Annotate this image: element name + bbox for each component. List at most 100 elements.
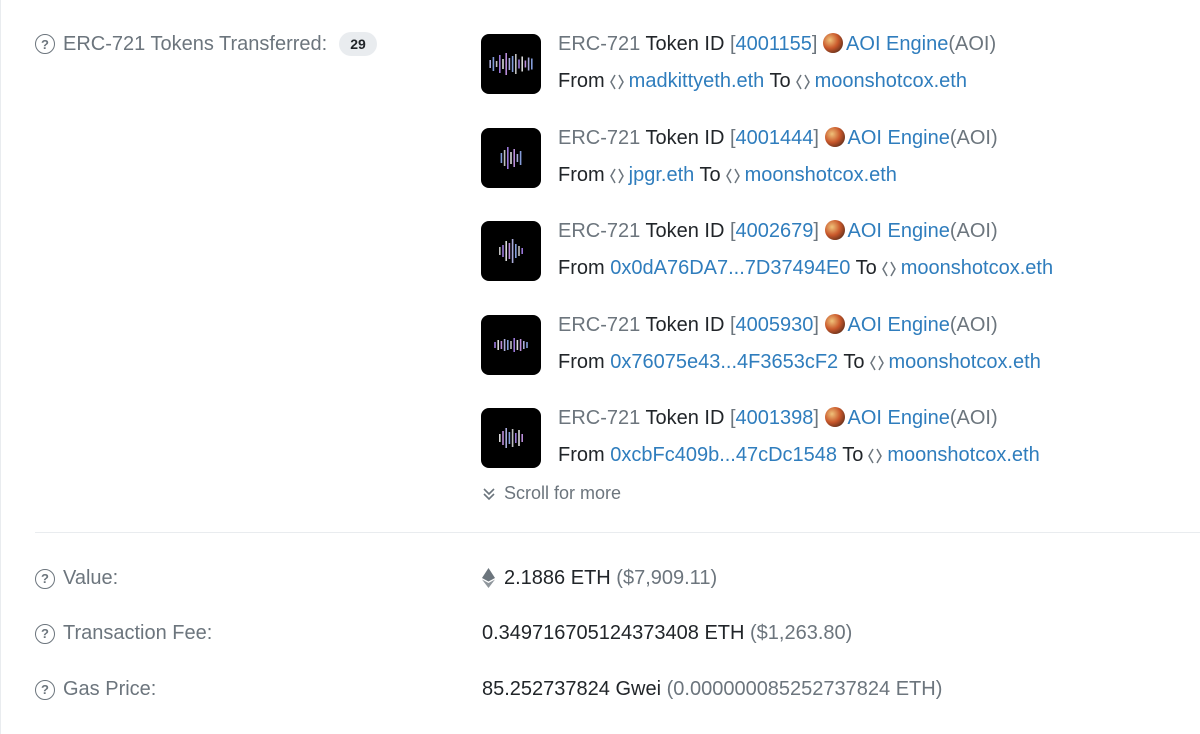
token-transfer-row: ERC-721 Token ID [4002679] AOI Engine(AO… (481, 220, 1181, 287)
token-id-link[interactable]: 4001398 (736, 407, 814, 429)
token-info-line: ERC-721 Token ID [4005930] AOI Engine(AO… (558, 314, 998, 337)
from-address-link[interactable]: madkittyeth.eth (629, 70, 765, 92)
value-label: Value: (63, 567, 119, 589)
nft-waveform-image (500, 147, 522, 169)
token-id-link[interactable]: 4005930 (736, 314, 814, 336)
nft-thumbnail[interactable] (481, 128, 541, 188)
token-standard: ERC-721 (558, 407, 641, 429)
token-transfer-line: From 0x76075e43...4F3653cF2 To moonshotco… (558, 351, 1041, 377)
ens-diamond-icon (868, 447, 883, 470)
token-transfer-row: ERC-721 Token ID [4005930] AOI Engine(AO… (481, 314, 1181, 381)
from-address-link[interactable]: 0x76075e43...4F3653cF2 (610, 351, 838, 373)
bracket-close: ] (813, 127, 819, 149)
tokens-transferred-label-row: ? ERC-721 Tokens Transferred: 29 (35, 32, 377, 56)
gas-price-row: 85.252737824 Gwei (0.000000085252737824 … (482, 678, 942, 701)
to-address-link[interactable]: moonshotcox.eth (889, 351, 1041, 373)
ens-diamond-icon (725, 167, 740, 190)
ethereum-icon (482, 568, 495, 588)
to-address-link[interactable]: moonshotcox.eth (887, 444, 1039, 466)
token-transfer-row: ERC-721 Token ID [4001398] AOI Engine(AO… (481, 407, 1181, 474)
from-label: From (558, 351, 605, 373)
nft-waveform-image (489, 53, 533, 75)
section-divider (35, 532, 1200, 533)
transaction-details-card: ? ERC-721 Tokens Transferred: 29 ERC-721… (0, 0, 1200, 734)
token-count-badge: 29 (339, 32, 377, 56)
ens-diamond-icon (881, 260, 896, 283)
question-circle-icon[interactable]: ? (35, 623, 55, 644)
tokens-transferred-label: ERC-721 Tokens Transferred: (63, 32, 328, 55)
aoi-engine-token-icon (824, 314, 845, 334)
to-address-link[interactable]: moonshotcox.eth (901, 257, 1053, 279)
question-circle-icon[interactable]: ? (35, 34, 55, 54)
token-transfer-line: From 0x0dA76DA7...7D37494E0 To moonshotco… (558, 257, 1053, 283)
aoi-engine-token-icon (824, 127, 845, 147)
nft-waveform-image (499, 428, 523, 448)
collection-link[interactable]: AOI Engine (848, 314, 950, 336)
ens-diamond-icon (795, 73, 810, 96)
from-address-link[interactable]: jpgr.eth (629, 164, 695, 186)
collection-link[interactable]: AOI Engine (848, 220, 950, 242)
from-label: From (558, 70, 605, 92)
collection-link[interactable]: AOI Engine (848, 127, 950, 149)
from-label: From (558, 444, 605, 466)
nft-thumbnail[interactable] (481, 221, 541, 281)
token-id-label: Token ID (645, 314, 725, 336)
transaction-fee-label: Transaction Fee: (63, 622, 213, 644)
ens-diamond-icon (869, 354, 884, 377)
question-circle-icon[interactable]: ? (35, 568, 55, 589)
value-label-row: ? Value: (35, 567, 118, 590)
from-label: From (558, 164, 605, 186)
to-address-link[interactable]: moonshotcox.eth (815, 70, 967, 92)
aoi-engine-token-icon (823, 33, 844, 53)
bracket-close: ] (811, 33, 818, 55)
to-address-link[interactable]: moonshotcox.eth (745, 164, 897, 186)
token-standard: ERC-721 (558, 127, 641, 149)
bracket-close: ] (813, 314, 819, 336)
from-address-link[interactable]: 0x0dA76DA7...7D37494E0 (610, 257, 850, 279)
gas-price-label-row: ? Gas Price: (35, 678, 156, 701)
transaction-fee-label-row: ? Transaction Fee: (35, 622, 212, 645)
question-circle-icon[interactable]: ? (35, 679, 55, 700)
to-label: To (699, 164, 721, 186)
token-info-line: ERC-721 Token ID [4001398] AOI Engine(AO… (558, 407, 998, 430)
aoi-engine-token-icon (824, 220, 845, 240)
token-transfer-row: ERC-721 Token ID [4001444] AOI Engine(AO… (481, 127, 1181, 194)
token-transfer-line: From madkittyeth.eth To moonshotcox.eth (558, 70, 967, 96)
transaction-fee-amount: 0.349716705124373408 ETH (482, 622, 745, 644)
from-address-link[interactable]: 0xcbFc409b...47cDc1548 (610, 444, 837, 466)
nft-thumbnail[interactable] (481, 408, 541, 468)
value-usd: ($7,909.11) (616, 567, 718, 589)
collection-link[interactable]: AOI Engine (846, 33, 948, 55)
token-id-link[interactable]: 4001444 (736, 127, 814, 149)
token-id-link[interactable]: 4002679 (736, 220, 814, 242)
collection-symbol: (AOI) (948, 33, 997, 55)
token-id-label: Token ID (645, 127, 725, 149)
collection-symbol: (AOI) (949, 407, 998, 429)
collection-link[interactable]: AOI Engine (848, 407, 950, 429)
token-transfer-row: ERC-721 Token ID [4001155] AOI Engine(AO… (481, 33, 1181, 100)
from-label: From (558, 257, 605, 279)
collection-symbol: (AOI) (949, 127, 998, 149)
token-info-line: ERC-721 Token ID [4001155] AOI Engine(AO… (558, 33, 996, 56)
bracket-close: ] (813, 407, 819, 429)
token-id-link[interactable]: 4001155 (736, 33, 812, 55)
double-chevron-down-icon (483, 487, 495, 500)
token-info-line: ERC-721 Token ID [4001444] AOI Engine(AO… (558, 127, 998, 150)
token-standard: ERC-721 (558, 220, 641, 242)
token-transfer-line: From 0xcbFc409b...47cDc1548 To moonshotco… (558, 444, 1040, 470)
to-label: To (842, 444, 864, 466)
nft-thumbnail[interactable] (481, 34, 541, 94)
scroll-for-more-label: Scroll for more (504, 483, 622, 503)
token-standard: ERC-721 (558, 314, 641, 336)
ens-diamond-icon (609, 73, 624, 96)
collection-symbol: (AOI) (949, 314, 998, 336)
scroll-for-more[interactable]: Scroll for more (481, 483, 621, 504)
to-label: To (769, 70, 791, 92)
token-standard: ERC-721 (558, 33, 641, 55)
token-id-label: Token ID (645, 33, 725, 55)
transaction-fee-row: 0.349716705124373408 ETH ($1,263.80) (482, 622, 852, 645)
aoi-engine-token-icon (824, 407, 845, 427)
nft-thumbnail[interactable] (481, 315, 541, 375)
gas-price-label: Gas Price: (63, 678, 157, 700)
bracket-close: ] (813, 220, 819, 242)
